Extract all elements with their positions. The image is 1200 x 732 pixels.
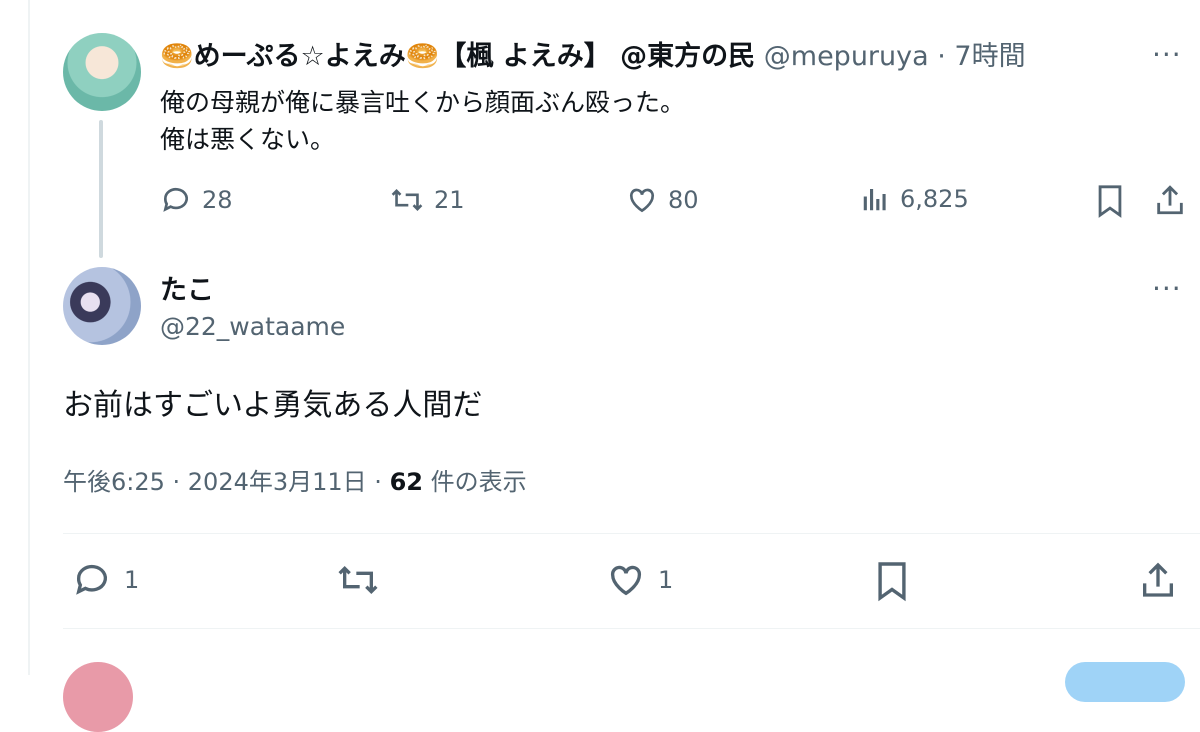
views-button[interactable]: 6,825 [860, 184, 969, 214]
views-icon [863, 189, 886, 211]
more-icon[interactable]: ··· [1152, 272, 1182, 305]
reply-compose-button[interactable] [1065, 662, 1185, 702]
reply-count: 28 [202, 186, 233, 214]
like-icon [629, 188, 655, 213]
user-handle[interactable]: @22_wataame [160, 312, 345, 341]
tweet-meta: 午後6:25 · 2024年3月11日 · 62 件の表示 [63, 462, 527, 497]
reply-button[interactable]: 1 [72, 560, 139, 600]
retweet-button[interactable]: 21 [390, 184, 465, 216]
tweet-timestamp[interactable]: 午後6:25 · 2024年3月11日 · [63, 468, 390, 496]
tweet-text-line: 俺の母親が俺に暴言吐くから顔面ぶん殴った。 [160, 88, 686, 117]
retweet-button[interactable] [336, 560, 392, 600]
share-icon[interactable] [1138, 560, 1178, 600]
divider [63, 533, 1200, 534]
share-icon[interactable] [1153, 183, 1187, 217]
avatar[interactable] [63, 662, 133, 732]
reply-count: 1 [124, 566, 140, 594]
reply-button[interactable]: 28 [160, 184, 233, 216]
thread-connector [99, 120, 103, 258]
tweet-header: 🥯めーぷる☆よえみ🥯【楓 よえみ】 @東方の民 @mepuruya · 7時間 [160, 34, 1026, 73]
retweet-icon [391, 188, 423, 212]
like-button[interactable]: 80 [626, 184, 699, 216]
display-name[interactable]: 🥯めーぷる☆よえみ🥯【楓 よえみ】 @東方の民 [160, 41, 755, 72]
user-handle[interactable]: @mepuruya [764, 41, 929, 72]
bookmark-icon[interactable] [1095, 184, 1125, 218]
retweet-icon [338, 565, 378, 595]
views-label: 件の表示 [422, 468, 527, 496]
tweet-text-line: 俺は悪くない。 [160, 125, 336, 154]
display-name[interactable]: たこ [160, 268, 214, 307]
avatar[interactable] [63, 267, 141, 345]
like-count: 1 [658, 566, 674, 594]
tweet-time[interactable]: · 7時間 [937, 41, 1025, 72]
retweet-count: 21 [434, 186, 465, 214]
like-count: 80 [668, 186, 699, 214]
reply-icon [163, 187, 188, 212]
reply-icon [76, 564, 107, 595]
avatar[interactable] [63, 33, 141, 111]
tweet-text: お前はすごいよ勇気ある人間だ [63, 388, 483, 423]
timeline-border [28, 0, 30, 675]
like-icon [610, 565, 642, 596]
like-button[interactable]: 1 [606, 560, 673, 600]
bookmark-icon[interactable] [875, 560, 909, 602]
divider [63, 628, 1200, 629]
views-count: 6,825 [900, 185, 969, 213]
tweet-text: 俺の母親が俺に暴言吐くから顔面ぶん殴った。 俺は悪くない。 [160, 84, 685, 158]
more-icon[interactable]: ··· [1152, 38, 1182, 71]
views-count: 62 [389, 468, 423, 496]
